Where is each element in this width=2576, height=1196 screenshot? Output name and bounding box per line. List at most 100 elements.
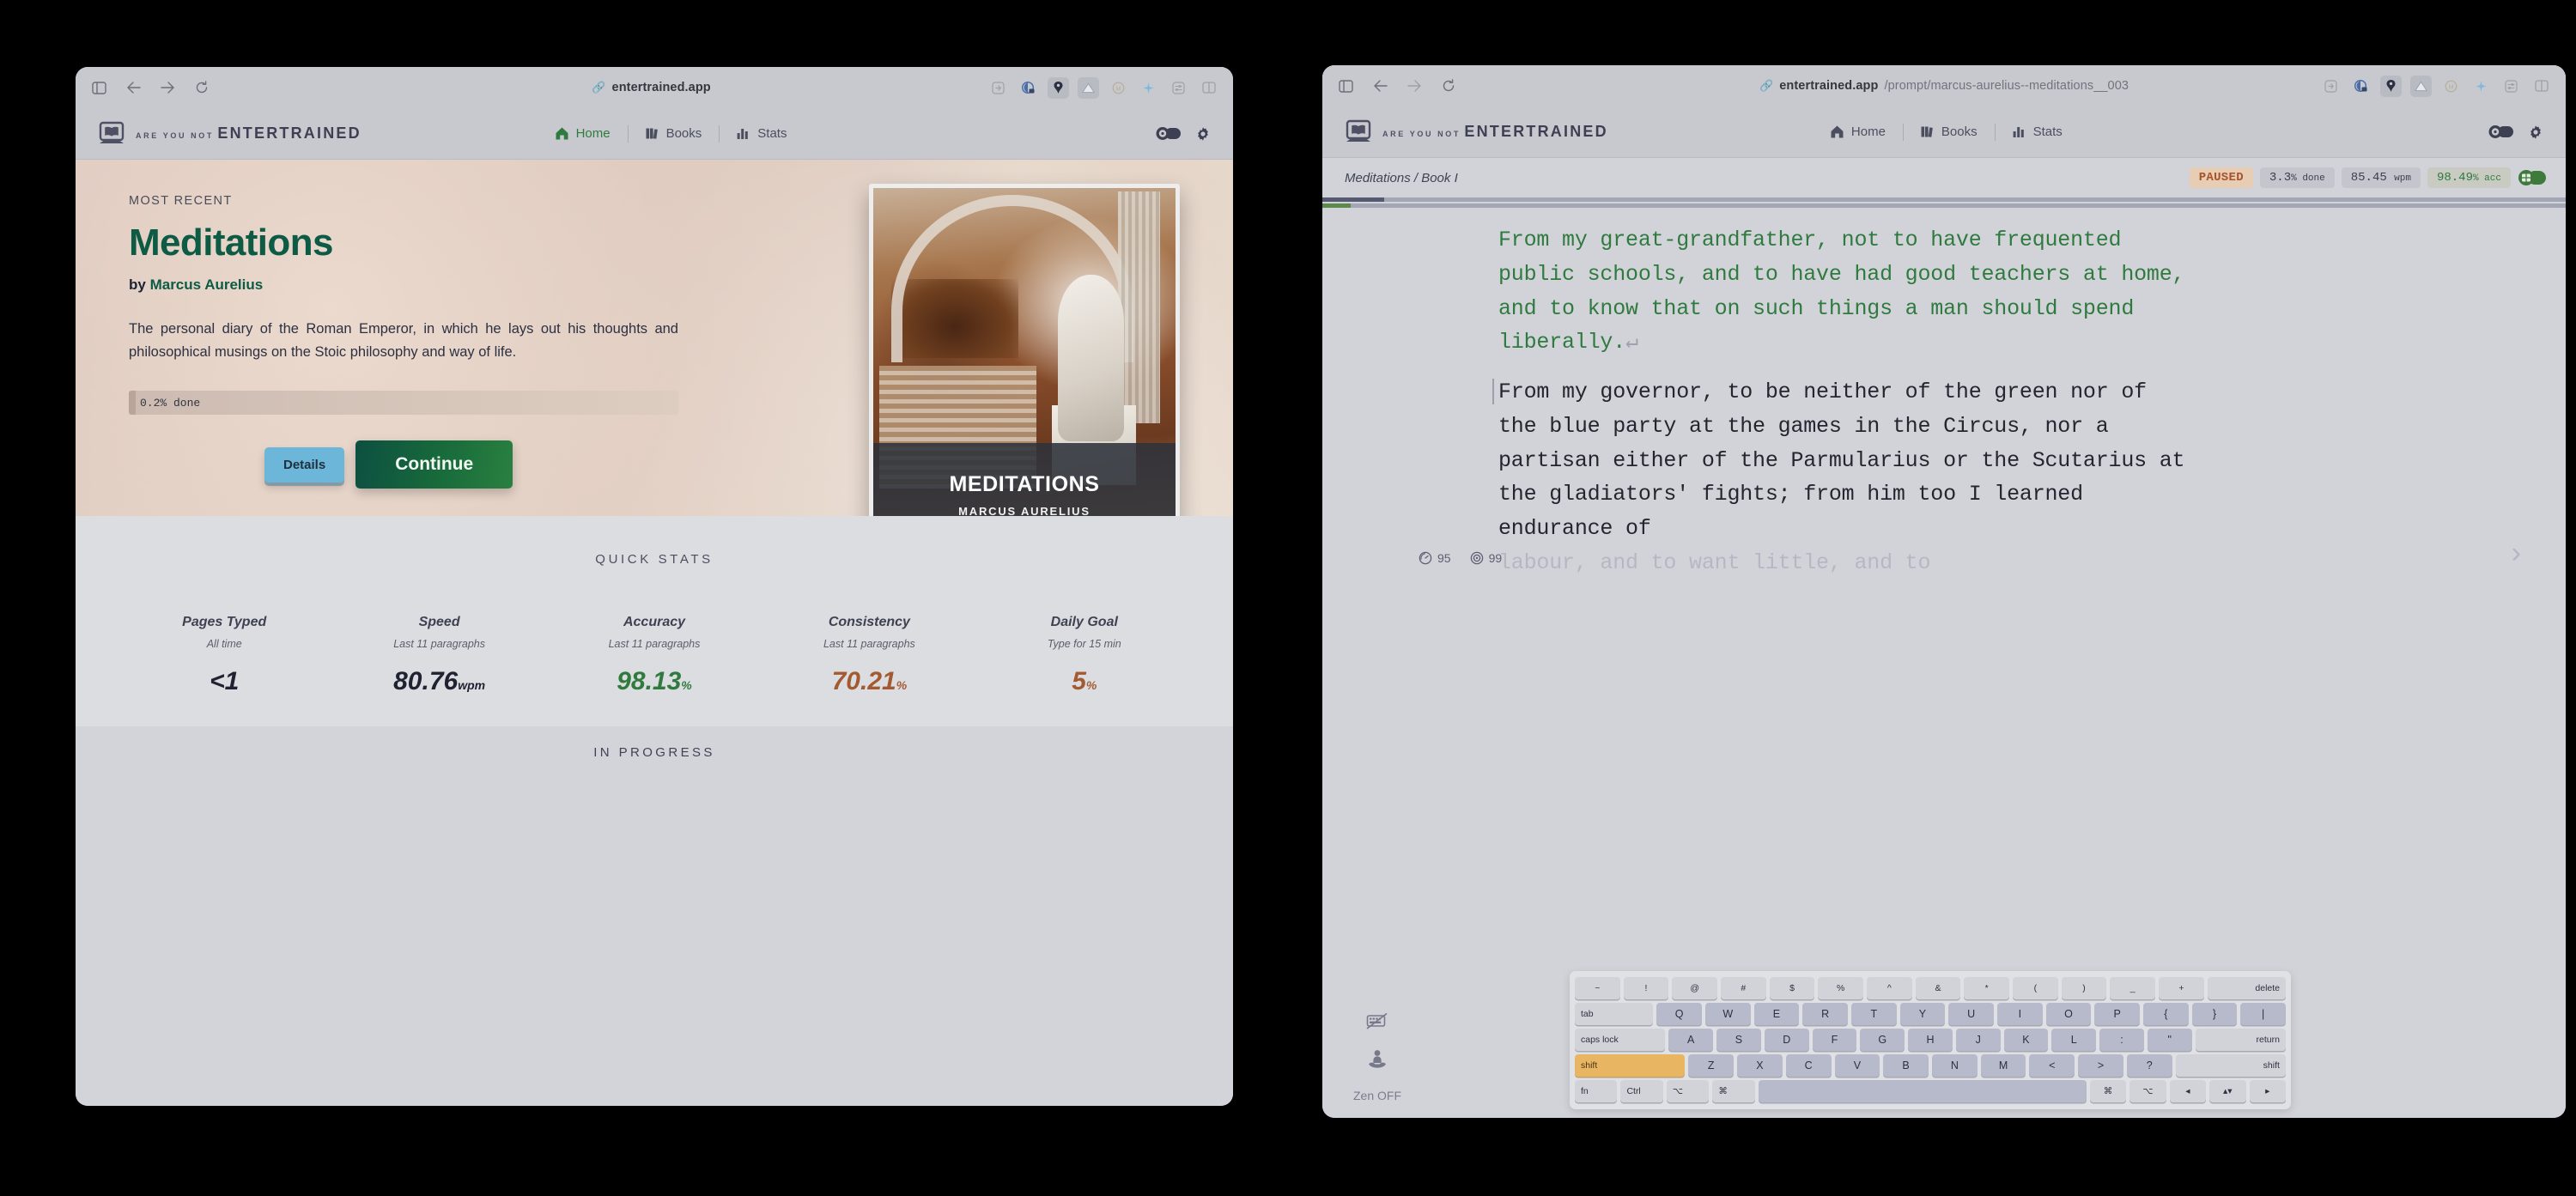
tabs-icon[interactable] xyxy=(2530,76,2552,97)
key-c[interactable]: C xyxy=(1785,1054,1832,1077)
typing-prose[interactable]: From my great-grandfather, not to have f… xyxy=(1492,223,2185,580)
key-space[interactable] xyxy=(1758,1080,2087,1102)
key-g[interactable]: G xyxy=(1860,1029,1905,1051)
share-icon[interactable] xyxy=(2320,76,2342,97)
nav-item-stats[interactable]: Stats xyxy=(1995,124,2080,139)
key-a[interactable]: A xyxy=(1668,1029,1714,1051)
key-o[interactable]: O xyxy=(2045,1003,2092,1025)
key-shift-left[interactable]: shift xyxy=(1575,1054,1686,1077)
back-icon[interactable] xyxy=(1370,76,1389,95)
key-v[interactable]: V xyxy=(1834,1054,1880,1077)
address-bar[interactable]: 🔗 entertrained.app /prompt/marcus-aureli… xyxy=(1759,79,2129,93)
key-q[interactable]: Q xyxy=(1656,1003,1702,1025)
address-bar[interactable]: 🔗 entertrained.app xyxy=(592,81,717,94)
key-h[interactable]: H xyxy=(1908,1029,1953,1051)
shield-lock-icon[interactable] xyxy=(2350,76,2372,97)
sidebar-icon[interactable] xyxy=(89,78,108,97)
nav-item-stats[interactable]: Stats xyxy=(719,126,804,141)
key-caret[interactable]: ^ xyxy=(1867,977,1912,999)
nav-item-books[interactable]: Books xyxy=(628,126,720,141)
reload-icon[interactable] xyxy=(192,78,211,97)
reader-mode-toggle[interactable] xyxy=(2518,169,2547,186)
key-u[interactable]: U xyxy=(1948,1003,1994,1025)
next-paragraph-arrow[interactable]: › xyxy=(2512,538,2521,568)
key-e[interactable]: E xyxy=(1753,1003,1800,1025)
password-key-icon[interactable] xyxy=(1048,76,1069,99)
key-tilde[interactable]: ~ xyxy=(1575,977,1620,999)
key-command-left[interactable]: ⌘ xyxy=(1712,1080,1755,1102)
key-b[interactable]: B xyxy=(1883,1054,1929,1077)
sparkle-icon[interactable] xyxy=(2470,76,2492,97)
shield-lock-icon[interactable] xyxy=(1018,77,1039,99)
details-button[interactable]: Details xyxy=(264,446,345,483)
key-arrow-up-down[interactable]: ▴▾ xyxy=(2209,1080,2246,1102)
tabs-icon[interactable] xyxy=(1198,77,1219,99)
key-greater-than[interactable]: > xyxy=(2078,1054,2123,1077)
key-y[interactable]: Y xyxy=(1899,1003,1946,1025)
key-quote[interactable]: " xyxy=(2147,1029,2192,1051)
settings-gear-icon[interactable] xyxy=(1195,126,1211,142)
key-question[interactable]: ? xyxy=(2126,1054,2172,1077)
sliders-icon[interactable] xyxy=(2500,76,2522,97)
nav-item-home[interactable]: Home xyxy=(538,126,628,141)
cloud-icon[interactable] xyxy=(1078,76,1099,99)
settings-gear-icon[interactable] xyxy=(2528,124,2543,140)
key-t[interactable]: T xyxy=(1850,1003,1897,1025)
key-brace-close[interactable]: } xyxy=(2191,1003,2238,1025)
brand-logo[interactable]: ARE YOU NOT ENTERTRAINED xyxy=(1345,118,1608,146)
reload-icon[interactable] xyxy=(1439,76,1458,95)
key-i[interactable]: I xyxy=(1996,1003,2043,1025)
key-dollar[interactable]: $ xyxy=(1769,977,1815,999)
key-fn[interactable]: fn xyxy=(1575,1080,1618,1102)
key-ampersand[interactable]: & xyxy=(1915,977,1961,999)
theme-toggle[interactable] xyxy=(1156,126,1182,141)
key-arrow-left[interactable]: ◂ xyxy=(2169,1080,2207,1102)
key-n[interactable]: N xyxy=(1931,1054,1978,1077)
brand-logo[interactable]: ARE YOU NOT ENTERTRAINED xyxy=(98,120,361,148)
key-tab[interactable]: tab xyxy=(1575,1003,1654,1025)
key-hash[interactable]: # xyxy=(1721,977,1766,999)
back-icon[interactable] xyxy=(124,78,143,97)
meditation-icon[interactable] xyxy=(1366,1049,1388,1070)
key-paren-open[interactable]: ( xyxy=(2013,977,2058,999)
key-underscore[interactable]: _ xyxy=(2110,977,2156,999)
key-option-left[interactable]: ⌥ xyxy=(1666,1080,1710,1102)
key-delete[interactable]: delete xyxy=(2207,977,2287,999)
key-at[interactable]: @ xyxy=(1672,977,1718,999)
sparkle-icon[interactable] xyxy=(1138,77,1159,99)
key-w[interactable]: W xyxy=(1704,1003,1751,1025)
key-exclaim[interactable]: ! xyxy=(1623,977,1669,999)
key-k[interactable]: K xyxy=(2003,1029,2049,1051)
keyboard-off-icon[interactable] xyxy=(1366,1013,1388,1030)
key-percent[interactable]: % xyxy=(1818,977,1864,999)
key-control[interactable]: Ctrl xyxy=(1620,1080,1663,1102)
key-z[interactable]: Z xyxy=(1688,1054,1735,1077)
key-less-than[interactable]: < xyxy=(2029,1054,2075,1077)
sidebar-icon[interactable] xyxy=(1336,76,1355,95)
key-command-right[interactable]: ⌘ xyxy=(2089,1080,2127,1102)
forward-icon[interactable] xyxy=(1405,76,1424,95)
key-plus[interactable]: + xyxy=(2159,977,2204,999)
key-f[interactable]: F xyxy=(1812,1029,1857,1051)
breadcrumb[interactable]: Meditations / Book I xyxy=(1345,171,1458,185)
share-icon[interactable] xyxy=(987,77,1009,99)
continue-button[interactable]: Continue xyxy=(355,440,513,489)
key-brace-open[interactable]: { xyxy=(2143,1003,2189,1025)
key-asterisk[interactable]: * xyxy=(1964,977,2010,999)
key-r[interactable]: R xyxy=(1802,1003,1848,1025)
key-p[interactable]: P xyxy=(2094,1003,2140,1025)
key-shift-right[interactable]: shift xyxy=(2175,1054,2286,1077)
sliders-icon[interactable] xyxy=(1168,77,1189,99)
cloud-icon[interactable] xyxy=(2410,75,2432,97)
key-colon[interactable]: : xyxy=(2099,1029,2144,1051)
forward-icon[interactable] xyxy=(158,78,177,97)
password-key-icon[interactable] xyxy=(2380,75,2402,97)
key-s[interactable]: S xyxy=(1716,1029,1761,1051)
key-paren-close[interactable]: ) xyxy=(2061,977,2107,999)
theme-toggle[interactable] xyxy=(2488,124,2514,139)
key-l[interactable]: L xyxy=(2051,1029,2097,1051)
nav-item-books[interactable]: Books xyxy=(1903,124,1995,139)
key-arrow-right[interactable]: ▸ xyxy=(2249,1080,2286,1102)
nav-item-home[interactable]: Home xyxy=(1813,124,1903,139)
key-pipe[interactable]: | xyxy=(2240,1003,2287,1025)
